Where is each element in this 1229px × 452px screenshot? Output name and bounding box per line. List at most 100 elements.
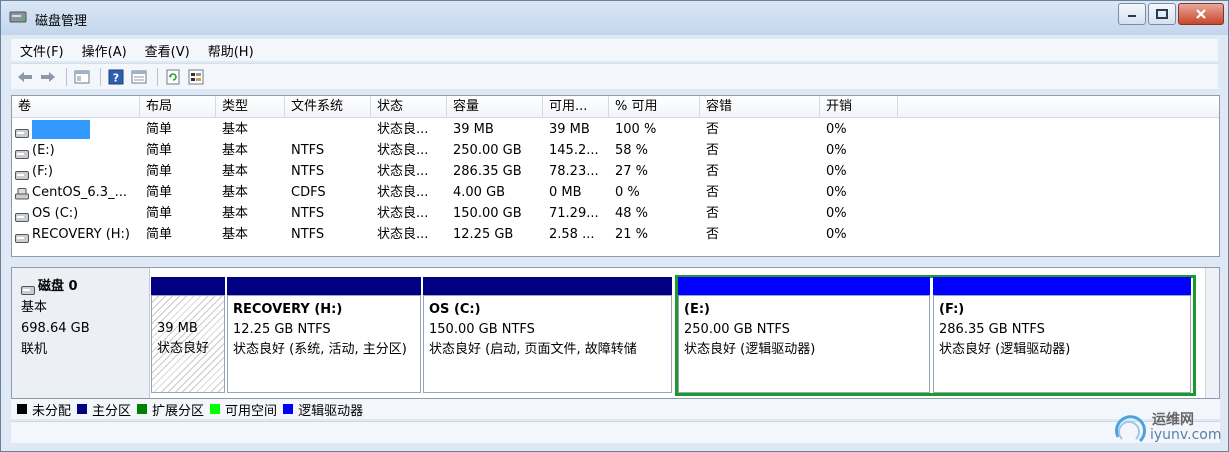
cell-volume: CentOS_6.3_...	[12, 182, 140, 203]
refresh-icon[interactable]	[163, 67, 183, 87]
legend-label: 未分配	[32, 403, 72, 419]
table-row[interactable]: OS (C:) 简单 基本 NTFS 状态良... 150.00 GB 71.29... 48…	[12, 203, 1219, 224]
cell-status: 状态良...	[377, 164, 429, 179]
toolbar-separator	[157, 67, 158, 86]
volume-name: RECOVERY (H:)	[32, 227, 131, 242]
partition-title: RECOVERY (H:)	[233, 302, 343, 317]
properties-icon[interactable]	[129, 67, 149, 87]
table-row[interactable]: CentOS_6.3_... 简单 基本 CDFS 状态良... 4.00 GB 0 MB 0…	[12, 182, 1219, 203]
cell-fault-tolerance: 否	[706, 164, 720, 179]
volume-list: 卷 布局 类型 文件系统 状态 容量 可用... % 可用 容错 开销 简单 基本…	[11, 95, 1220, 257]
cell-layout: 简单	[146, 122, 173, 137]
menu-view[interactable]: 查看(V)	[136, 41, 199, 60]
back-arrow-icon[interactable]	[15, 67, 35, 87]
pane-splitter[interactable]	[11, 258, 1220, 266]
partition-size: 150.00 GB NTFS	[429, 322, 535, 337]
menu-bar: 文件(F) 操作(A) 查看(V) 帮助(H)	[11, 39, 1218, 61]
column-header-fault-tolerance[interactable]: 容错	[700, 96, 820, 118]
maximize-icon	[1156, 9, 1168, 19]
partition-f[interactable]: (F:) 286.35 GB NTFS 状态良好 (逻辑驱动器)	[933, 277, 1191, 393]
cell-fault-tolerance: 否	[706, 122, 720, 137]
toolbar-separator	[66, 67, 67, 86]
partition-recovery-h[interactable]: RECOVERY (H:) 12.25 GB NTFS 状态良好 (系统, 活动…	[227, 277, 421, 393]
minimize-button[interactable]	[1118, 3, 1146, 25]
menu-help[interactable]: 帮助(H)	[199, 41, 263, 60]
cell-overhead: 0%	[826, 164, 847, 179]
legend-label: 可用空间	[225, 403, 278, 419]
cell-volume: RECOVERY (H:)	[12, 224, 140, 245]
cell-type: 基本	[222, 164, 249, 179]
help-icon[interactable]: ?	[106, 67, 126, 87]
cell-free: 0 MB	[549, 185, 582, 200]
column-header-status[interactable]: 状态	[371, 96, 447, 118]
partition-bar	[933, 277, 1191, 295]
cell-overhead: 0%	[826, 206, 847, 221]
disk-management-app-icon	[9, 9, 27, 25]
legend-swatch	[283, 404, 294, 414]
disk-name: 磁盘 0	[38, 279, 78, 294]
disk-type: 基本	[21, 300, 48, 315]
vertical-scrollbar[interactable]	[1205, 268, 1219, 398]
legend-item-free-space: 可用空间	[210, 400, 277, 419]
column-header-filesystem[interactable]: 文件系统	[285, 96, 371, 118]
svg-text:?: ?	[113, 71, 119, 84]
cell-status: 状态良...	[377, 143, 429, 158]
cell-volume: OS (C:)	[12, 203, 140, 224]
legend-swatch	[17, 404, 27, 414]
table-row[interactable]: 简单 基本 状态良... 39 MB 39 MB 100 % 否 0%	[12, 119, 1219, 140]
legend-item-unallocated: 未分配	[17, 400, 71, 419]
forward-arrow-icon[interactable]	[38, 67, 58, 87]
volume-list-header: 卷 布局 类型 文件系统 状态 容量 可用... % 可用 容错 开销	[12, 96, 1219, 118]
column-header-percent-free[interactable]: % 可用	[609, 96, 700, 118]
disk-volume-icon	[15, 145, 29, 159]
partition-body: RECOVERY (H:) 12.25 GB NTFS 状态良好 (系统, 活动…	[227, 295, 421, 393]
cell-layout: 简单	[146, 206, 173, 221]
column-header-free[interactable]: 可用...	[543, 96, 609, 118]
cell-layout: 简单	[146, 164, 173, 179]
watermark-logo: 运维网 iyunv.com	[1110, 407, 1221, 449]
table-row[interactable]: (F:) 简单 基本 NTFS 状态良... 286.35 GB 78.23... 27 % 否…	[12, 161, 1219, 182]
cell-layout: 简单	[146, 143, 173, 158]
partition-status: 状态良好 (逻辑驱动器)	[684, 342, 816, 357]
settings-list-icon[interactable]	[186, 67, 206, 87]
cell-volume: (E:)	[12, 140, 140, 161]
show-hide-console-tree-icon[interactable]	[72, 67, 92, 87]
legend-item-extended: 扩展分区	[137, 400, 204, 419]
toolbar-separator	[100, 67, 101, 86]
partition-size: 39 MB	[157, 321, 198, 336]
column-header-layout[interactable]: 布局	[140, 96, 216, 118]
cell-filesystem: CDFS	[291, 185, 326, 200]
selected-volume-highlight[interactable]	[32, 120, 90, 139]
partition-size: 286.35 GB NTFS	[939, 322, 1045, 337]
close-button[interactable]	[1178, 3, 1224, 25]
table-row[interactable]: RECOVERY (H:) 简单 基本 NTFS 状态良... 12.25 GB 2.58 …	[12, 224, 1219, 245]
partition-body: OS (C:) 150.00 GB NTFS 状态良好 (启动, 页面文件, 故…	[423, 295, 672, 393]
column-header-capacity[interactable]: 容量	[447, 96, 543, 118]
partition-e[interactable]: (E:) 250.00 GB NTFS 状态良好 (逻辑驱动器)	[678, 277, 930, 393]
cell-percent-free: 27 %	[615, 164, 649, 179]
disk-management-window: 磁盘管理 文件(F) 操作(A) 查看(V) 帮助(H) ? 卷 布局 类型 文…	[0, 0, 1229, 452]
cell-layout: 简单	[146, 185, 173, 200]
column-header-volume[interactable]: 卷	[12, 96, 140, 118]
cell-filesystem: NTFS	[291, 164, 325, 179]
legend-label: 扩展分区	[152, 403, 205, 419]
close-icon	[1196, 9, 1206, 19]
disk-0-info[interactable]: 磁盘 0 基本 698.64 GB 联机	[12, 268, 150, 398]
cell-capacity: 250.00 GB	[453, 143, 522, 158]
cell-free: 71.29...	[549, 206, 599, 221]
table-row[interactable]: (E:) 简单 基本 NTFS 状态良... 250.00 GB 145.2... 58 % 否…	[12, 140, 1219, 161]
partition-bar	[227, 277, 421, 295]
cell-free: 145.2...	[549, 143, 599, 158]
column-header-overhead[interactable]: 开销	[820, 96, 898, 118]
partition-os-c[interactable]: OS (C:) 150.00 GB NTFS 状态良好 (启动, 页面文件, 故…	[423, 277, 672, 393]
cell-volume	[12, 119, 140, 140]
legend-item-logical-drive: 逻辑驱动器	[283, 400, 363, 419]
menu-file[interactable]: 文件(F)	[11, 41, 73, 60]
maximize-button[interactable]	[1148, 3, 1176, 25]
disk-volume-icon	[15, 166, 29, 180]
partition-unlabeled-39mb[interactable]: 39 MB 状态良好	[151, 277, 225, 393]
column-header-type[interactable]: 类型	[216, 96, 285, 118]
menu-action[interactable]: 操作(A)	[73, 41, 136, 60]
partition-body: (E:) 250.00 GB NTFS 状态良好 (逻辑驱动器)	[678, 295, 930, 393]
cell-type: 基本	[222, 227, 249, 242]
